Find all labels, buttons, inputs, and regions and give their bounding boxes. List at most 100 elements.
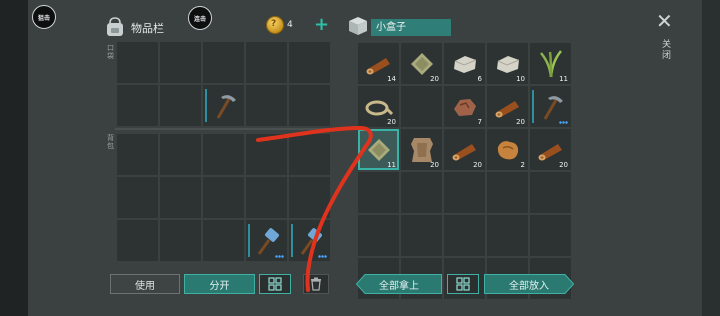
backpack-slot[interactable] [203,177,244,218]
item-quantity: 20 [473,161,482,169]
close-icon[interactable]: ✕ [656,11,673,31]
hotbar-slot[interactable] [160,85,201,126]
item-quantity: 20 [430,161,439,169]
split-label: 分开 [209,280,230,292]
hotbar-slot[interactable] [289,42,330,83]
hotbar-slot[interactable] [203,85,244,126]
container-title: 小盒子 [371,19,451,36]
hotbar-slot[interactable] [203,42,244,83]
backpack-slot[interactable] [160,134,201,175]
item-quantity: 6 [477,75,482,83]
item-quantity: 10 [516,75,525,83]
hotbar-slot[interactable] [117,85,158,126]
hotbar-slot[interactable] [117,42,158,83]
container-slot[interactable] [401,86,442,127]
item-quantity: 20 [387,118,396,126]
trash-icon [311,277,321,291]
backpack-slot[interactable] [289,134,330,175]
inventory-title: 物品栏 [131,22,164,35]
container-slot[interactable]: 20 [358,86,399,127]
container-slot[interactable] [487,215,528,256]
backpack-slot[interactable] [160,177,201,218]
container-slot[interactable] [444,172,485,213]
backpack-slot[interactable] [289,220,330,261]
backpack-slot[interactable] [117,220,158,261]
item-quantity: 20 [516,118,525,126]
split-button[interactable]: 分开 [184,274,255,294]
backpack-slot[interactable] [117,134,158,175]
item-quantity: 14 [387,75,396,83]
take-all-label: 全部拿上 [379,280,419,292]
attack-label: 狙击 [37,14,50,22]
put-all-button[interactable]: 全部放入 [484,274,574,294]
left-edge [0,0,28,316]
container-slot[interactable] [530,86,571,127]
coin-icon: ? [266,16,284,34]
container-slot[interactable]: 11 [530,43,571,84]
container-slot[interactable]: 11 [358,129,399,170]
container-slot[interactable] [530,215,571,256]
container-slot[interactable] [530,172,571,213]
backpack-slot[interactable] [246,134,287,175]
trash-button[interactable] [303,274,329,294]
attack-button[interactable]: 狙击 [32,5,56,29]
item-quantity: 20 [559,161,568,169]
backpack-slot[interactable] [117,177,158,218]
add-coins-button[interactable]: + [314,14,329,35]
quality-dots [318,255,327,258]
put-all-label: 全部放入 [509,280,549,292]
hotbar-grid [117,42,330,126]
hotbar-slot[interactable] [160,42,201,83]
item-quantity: 20 [430,75,439,83]
item-quantity: 11 [559,75,568,83]
backpack-slot[interactable] [203,134,244,175]
backpack-slot[interactable] [246,220,287,261]
container-slot[interactable] [358,172,399,213]
divider [115,128,333,130]
durability-bar [532,90,534,123]
container-slot[interactable]: 7 [444,86,485,127]
grid-icon [268,277,282,291]
quality-dots [275,255,284,258]
sort-container-button[interactable] [447,274,479,294]
container-slot[interactable]: 20 [401,43,442,84]
take-all-button[interactable]: 全部拿上 [356,274,442,294]
coin-count: 4 [287,20,293,30]
container-slot[interactable]: 6 [444,43,485,84]
durability-bar [291,224,293,257]
container-slot[interactable]: 2 [487,129,528,170]
box-icon [349,17,367,35]
backpack-slot[interactable] [289,177,330,218]
hotbar-slot[interactable] [246,42,287,83]
item-quantity: 11 [387,161,396,169]
container-slot[interactable]: 20 [444,129,485,170]
container-slot[interactable]: 20 [487,86,528,127]
container-grid: 14 20 6 10 11 20 7 20 11 20 20 2 20 [358,43,571,299]
hotbar-slot[interactable] [289,85,330,126]
quality-dots [559,121,568,124]
combo-button[interactable]: 连击 [188,6,212,30]
durability-bar [205,89,207,122]
sort-inventory-button[interactable] [259,274,291,294]
item-quantity: 7 [477,118,482,126]
container-slot[interactable] [487,172,528,213]
container-slot[interactable]: 14 [358,43,399,84]
backpack-slot[interactable] [246,177,287,218]
backpack-icon [107,17,123,36]
backpack-label: 背包 [107,134,114,150]
close-label: 关闭 [662,40,672,61]
grid-icon [456,277,470,291]
container-slot[interactable]: 20 [401,129,442,170]
use-button[interactable]: 使用 [110,274,180,294]
backpack-slot[interactable] [160,220,201,261]
hotbar-slot[interactable] [246,85,287,126]
hotbar-label: 口袋 [107,44,114,60]
item-quantity: 2 [520,161,525,169]
container-slot[interactable] [358,215,399,256]
container-slot[interactable] [401,172,442,213]
container-slot[interactable] [444,215,485,256]
container-slot[interactable]: 20 [530,129,571,170]
backpack-slot[interactable] [203,220,244,261]
container-slot[interactable] [401,215,442,256]
container-slot[interactable]: 10 [487,43,528,84]
